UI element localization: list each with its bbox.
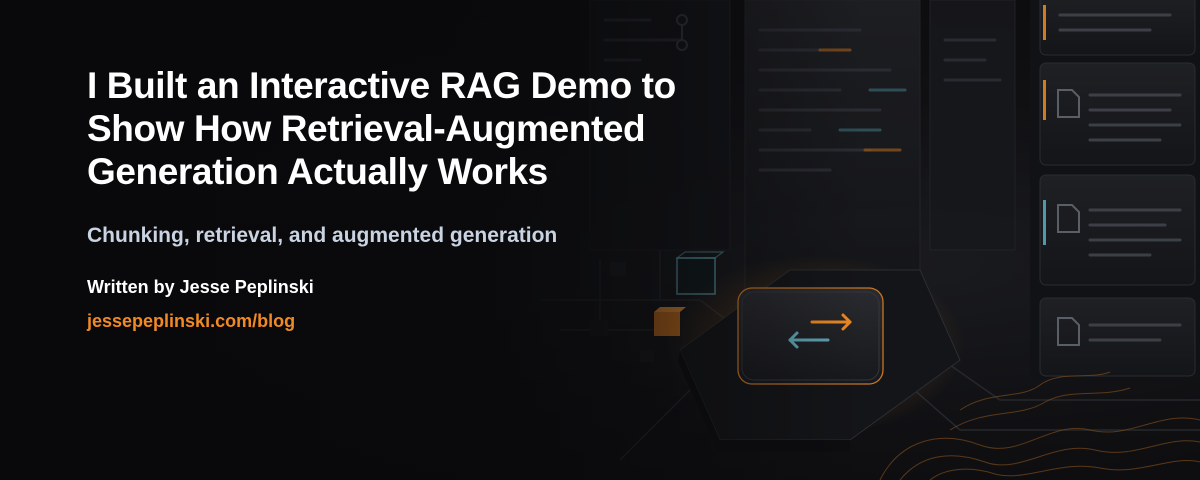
post-title-line: Generation Actually Works: [87, 151, 548, 192]
post-title: I Built an Interactive RAG Demo to Show …: [87, 64, 847, 193]
author-byline: Written by Jesse Peplinski: [87, 277, 314, 297]
post-subtitle: Chunking, retrieval, and augmented gener…: [87, 224, 558, 247]
blog-banner: I Built an Interactive RAG Demo to Show …: [0, 0, 1200, 480]
blog-link[interactable]: jessepeplinski.com/blog: [87, 310, 295, 332]
banner-text: I Built an Interactive RAG Demo to Show …: [87, 64, 847, 332]
post-title-line: Show How Retrieval-Augmented: [87, 108, 646, 149]
post-title-line: I Built an Interactive RAG Demo to: [87, 65, 676, 106]
